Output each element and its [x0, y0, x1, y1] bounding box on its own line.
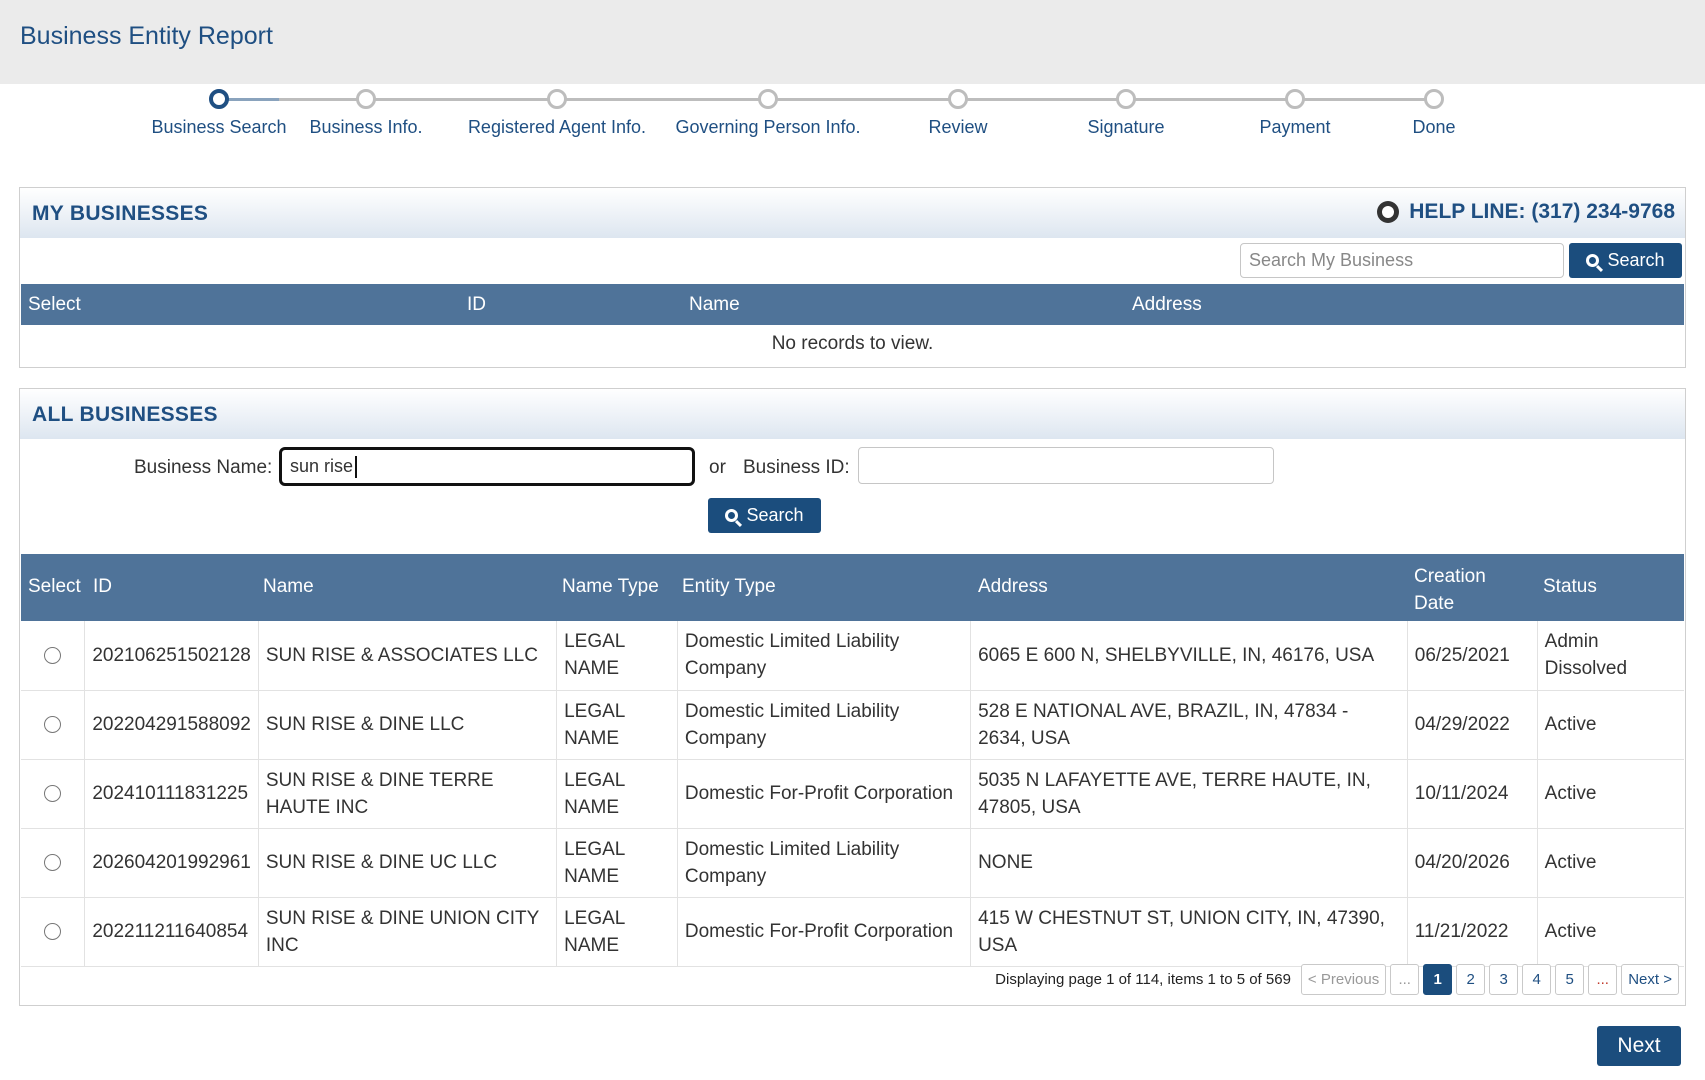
select-radio[interactable]	[44, 716, 62, 733]
empty-records-text: No records to view.	[771, 333, 934, 354]
pagination: Displaying page 1 of 114, items 1 to 5 o…	[995, 964, 1679, 995]
col-entity-type[interactable]: Entity Type	[682, 576, 776, 598]
select-radio[interactable]	[44, 785, 62, 802]
business-name-label: Business Name:	[134, 457, 273, 478]
step-done: Done	[1334, 89, 1534, 138]
all-businesses-panel: ALL BUSINESSES Business Name: sun rise o…	[19, 388, 1686, 1006]
next-button[interactable]: Next	[1597, 1026, 1681, 1066]
or-label: or	[709, 457, 726, 478]
step-dot	[547, 89, 567, 109]
table-row[interactable]: 202410111831225 SUN RISE & DINE TERRE HA…	[21, 759, 1684, 829]
step-registered-agent: Registered Agent Info.	[457, 89, 657, 138]
search-icon	[725, 509, 739, 522]
previous-page-button[interactable]: < Previous	[1300, 964, 1387, 995]
col-address[interactable]: Address	[978, 576, 1048, 598]
headset-icon	[1377, 201, 1400, 223]
step-dot	[1424, 89, 1444, 109]
step-business-info: Business Info.	[266, 89, 466, 138]
top-bar: Business Entity Report	[0, 0, 1705, 84]
progress-stepper: Business Search Business Info. Registere…	[0, 84, 1705, 164]
step-dot	[356, 89, 376, 109]
results-table: 202106251502128 SUN RISE & ASSOCIATES LL…	[21, 621, 1684, 967]
table-row[interactable]: 202211211640854 SUN RISE & DINE UNION CI…	[21, 897, 1684, 967]
step-governing-person: Governing Person Info.	[668, 89, 868, 138]
step-dot	[758, 89, 778, 109]
select-radio[interactable]	[44, 646, 62, 664]
step-dot	[1285, 89, 1305, 109]
next-page-button[interactable]: Next >	[1621, 964, 1679, 995]
col-select: Select	[28, 576, 81, 597]
search-icon	[1586, 254, 1600, 267]
all-businesses-header: ALL BUSINESSES	[20, 389, 1685, 439]
col-select: Select	[28, 294, 81, 315]
all-business-search-button[interactable]: Search	[708, 498, 821, 533]
col-id: ID	[467, 294, 486, 315]
col-name-type[interactable]: Name Type	[562, 576, 659, 598]
col-address: Address	[1132, 294, 1202, 315]
step-dot	[1116, 89, 1136, 109]
page-5-button[interactable]: 5	[1555, 964, 1585, 995]
help-line-text: HELP LINE: (317) 234-9768	[1409, 200, 1675, 223]
my-businesses-title: MY BUSINESSES	[32, 202, 209, 225]
business-id-label: Business ID:	[743, 457, 850, 478]
page-2-button[interactable]: 2	[1456, 964, 1486, 995]
step-dot	[948, 89, 968, 109]
page-1-button[interactable]: 1	[1423, 964, 1453, 995]
page-title: Business Entity Report	[20, 22, 273, 50]
pagination-ellipsis-end[interactable]: ...	[1588, 964, 1618, 995]
text-caret	[355, 455, 358, 478]
search-my-business-input[interactable]: Search My Business	[1240, 243, 1564, 278]
my-business-search-button[interactable]: Search	[1569, 243, 1682, 278]
col-name[interactable]: Name	[263, 576, 314, 598]
results-table-header: Select ID Name Name Type Entity Type Add…	[21, 554, 1684, 621]
all-businesses-title: ALL BUSINESSES	[32, 403, 218, 426]
page-3-button[interactable]: 3	[1489, 964, 1519, 995]
my-businesses-panel: MY BUSINESSES HELP LINE: (317) 234-9768 …	[19, 187, 1686, 368]
pagination-ellipsis-start[interactable]: ...	[1390, 964, 1420, 995]
col-name: Name	[689, 294, 740, 315]
table-row[interactable]: 202106251502128 SUN RISE & ASSOCIATES LL…	[21, 621, 1684, 691]
my-businesses-table-header: Select ID Name Address	[21, 284, 1684, 325]
business-id-input[interactable]	[858, 447, 1274, 484]
select-radio[interactable]	[44, 923, 62, 940]
business-name-input[interactable]: sun rise	[279, 447, 695, 486]
table-row[interactable]: 202604201992961 SUN RISE & DINE UC LLC L…	[21, 828, 1684, 898]
my-businesses-header: MY BUSINESSES HELP LINE: (317) 234-9768	[20, 188, 1685, 238]
pagination-info: Displaying page 1 of 114, items 1 to 5 o…	[995, 971, 1291, 988]
help-line: HELP LINE: (317) 234-9768	[1377, 200, 1675, 224]
col-id[interactable]: ID	[93, 576, 112, 598]
table-row[interactable]: 202204291588092 SUN RISE & DINE LLC LEGA…	[21, 690, 1684, 760]
col-status[interactable]: Status	[1543, 576, 1597, 598]
select-radio[interactable]	[44, 854, 62, 871]
page-4-button[interactable]: 4	[1522, 964, 1552, 995]
step-dot	[209, 89, 229, 109]
